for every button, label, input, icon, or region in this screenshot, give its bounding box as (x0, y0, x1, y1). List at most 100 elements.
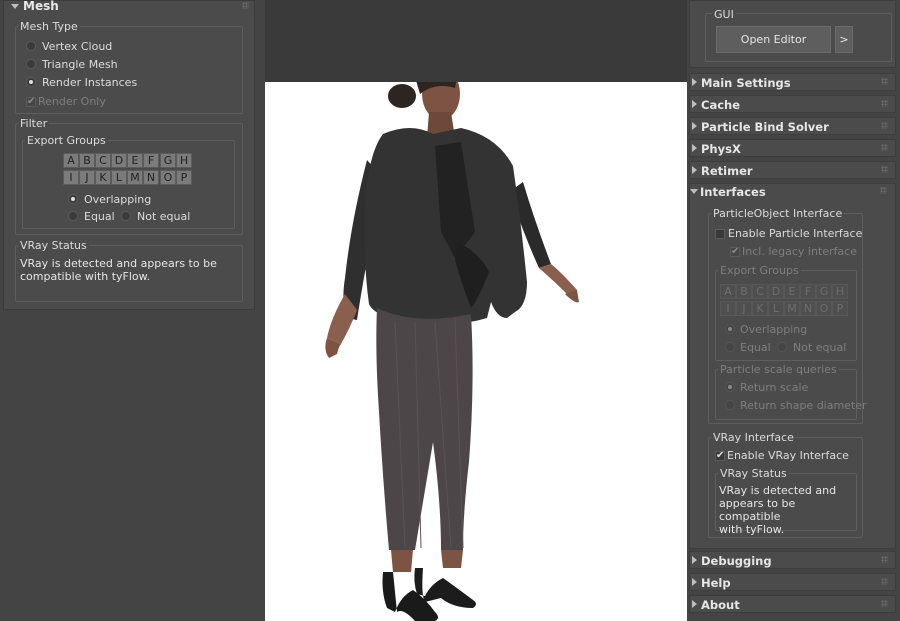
expand-triangle-icon (692, 100, 697, 108)
group-button-i[interactable]: I (63, 170, 79, 185)
drag-grip-icon[interactable] (880, 187, 887, 194)
group-button-g[interactable]: G (160, 153, 176, 168)
group-button-d[interactable]: D (111, 153, 127, 168)
not-equal-radio[interactable] (121, 211, 131, 221)
group-button-k[interactable]: K (95, 170, 111, 185)
group-button-e[interactable]: E (127, 153, 143, 168)
group-button-n[interactable]: N (143, 170, 159, 185)
drag-grip-icon[interactable] (242, 2, 249, 9)
pi-equal-label[interactable]: Equal (740, 341, 771, 354)
physx-title: PhysX (701, 142, 741, 156)
vray-interface-status-text: VRay is detected and appears to be compa… (719, 484, 837, 536)
expand-triangle-icon (692, 556, 697, 564)
triangle-mesh-radio[interactable] (26, 59, 36, 69)
pi-not-equal-label[interactable]: Not equal (793, 341, 846, 354)
enable-particle-interface-label[interactable]: Enable Particle Interface (728, 227, 862, 240)
vray-status-label: VRay Status (18, 239, 89, 252)
group-button-h[interactable]: H (176, 153, 192, 168)
pi-not-equal-radio[interactable] (777, 342, 787, 352)
viewport[interactable] (265, 0, 687, 621)
right-command-panel: GUI Open Editor > Main Settings Cache Pa… (687, 0, 900, 621)
render-instances-radio[interactable] (26, 77, 36, 87)
group-button-f[interactable]: F (143, 153, 159, 168)
enable-vray-interface-label[interactable]: Enable VRay Interface (727, 449, 849, 462)
pi-group-button-m[interactable]: M (784, 301, 800, 316)
not-equal-label[interactable]: Not equal (137, 210, 190, 223)
incl-legacy-checkbox[interactable]: ✔ (730, 247, 740, 257)
render-only-checkbox[interactable]: ✔ (26, 97, 36, 107)
pi-group-button-b[interactable]: B (736, 284, 752, 299)
return-shape-diameter-radio[interactable] (725, 400, 735, 410)
drag-grip-icon[interactable] (881, 144, 888, 151)
about-rollout[interactable]: About (689, 595, 896, 613)
drag-grip-icon[interactable] (881, 78, 888, 85)
editor-arrow-button[interactable]: > (835, 26, 853, 53)
enable-vray-interface-checkbox[interactable]: ✔ (715, 451, 725, 461)
collapse-triangle-icon[interactable] (690, 189, 698, 194)
pi-group-button-p[interactable]: P (832, 301, 848, 316)
pi-group-button-n[interactable]: N (800, 301, 816, 316)
return-shape-diameter-label[interactable]: Return shape diameter (740, 399, 867, 412)
retimer-rollout[interactable]: Retimer (689, 161, 896, 179)
interfaces-title: Interfaces (700, 185, 766, 199)
cache-rollout[interactable]: Cache (689, 95, 896, 113)
pi-group-button-f[interactable]: F (800, 284, 816, 299)
return-scale-radio[interactable] (725, 382, 735, 392)
pi-equal-radio[interactable] (725, 342, 735, 352)
vray-interface-status-label: VRay Status (718, 467, 789, 480)
mesh-rollout-header[interactable]: Mesh (4, 0, 254, 15)
physx-rollout[interactable]: PhysX (689, 139, 896, 157)
debugging-rollout[interactable]: Debugging (689, 551, 896, 569)
pi-overlapping-label[interactable]: Overlapping (740, 323, 807, 336)
pi-group-button-j[interactable]: J (736, 301, 752, 316)
group-button-b[interactable]: B (79, 153, 95, 168)
enable-particle-interface-checkbox[interactable] (715, 229, 725, 239)
group-button-a[interactable]: A (63, 153, 79, 168)
particle-bind-solver-rollout[interactable]: Particle Bind Solver (689, 117, 896, 135)
pi-group-button-h[interactable]: H (832, 284, 848, 299)
drag-grip-icon[interactable] (881, 578, 888, 585)
expand-triangle-icon (692, 600, 697, 608)
pi-group-button-k[interactable]: K (752, 301, 768, 316)
pi-group-button-c[interactable]: C (752, 284, 768, 299)
drag-grip-icon[interactable] (881, 100, 888, 107)
open-editor-button[interactable]: Open Editor (716, 26, 831, 53)
pi-group-button-d[interactable]: D (768, 284, 784, 299)
pi-group-button-a[interactable]: A (720, 284, 736, 299)
vertex-cloud-radio[interactable] (26, 41, 36, 51)
equal-radio[interactable] (68, 211, 78, 221)
pi-export-groups-label: Export Groups (718, 264, 801, 277)
equal-label[interactable]: Equal (84, 210, 115, 223)
render-instances-label[interactable]: Render Instances (42, 76, 137, 89)
pi-group-button-e[interactable]: E (784, 284, 800, 299)
pi-group-button-o[interactable]: O (816, 301, 832, 316)
character-model-image (325, 82, 579, 621)
pi-overlapping-radio[interactable] (725, 324, 735, 334)
group-button-c[interactable]: C (95, 153, 111, 168)
vertex-cloud-label[interactable]: Vertex Cloud (42, 40, 112, 53)
triangle-mesh-label[interactable]: Triangle Mesh (42, 58, 118, 71)
overlapping-label[interactable]: Overlapping (84, 193, 151, 206)
particle-scale-queries-label: Particle scale queries (718, 363, 839, 376)
pi-group-button-g[interactable]: G (816, 284, 832, 299)
filter-label: Filter (18, 117, 50, 130)
pi-group-button-l[interactable]: L (768, 301, 784, 316)
drag-grip-icon[interactable] (881, 122, 888, 129)
group-button-o[interactable]: O (160, 170, 176, 185)
expand-triangle-icon (692, 578, 697, 586)
collapse-triangle-icon[interactable] (11, 4, 19, 9)
group-button-m[interactable]: M (127, 170, 143, 185)
group-button-l[interactable]: L (111, 170, 127, 185)
left-command-panel: Mesh Mesh Type Vertex Cloud Triangle Mes… (0, 0, 258, 621)
drag-grip-icon[interactable] (881, 600, 888, 607)
group-button-p[interactable]: P (176, 170, 192, 185)
pi-group-button-i[interactable]: I (720, 301, 736, 316)
overlapping-radio[interactable] (68, 194, 78, 204)
return-scale-label[interactable]: Return scale (740, 381, 808, 394)
interfaces-rollout-header[interactable]: Interfaces (689, 183, 896, 201)
drag-grip-icon[interactable] (881, 556, 888, 563)
drag-grip-icon[interactable] (881, 166, 888, 173)
help-rollout[interactable]: Help (689, 573, 896, 591)
main-settings-rollout[interactable]: Main Settings (689, 73, 896, 91)
group-button-j[interactable]: J (79, 170, 95, 185)
